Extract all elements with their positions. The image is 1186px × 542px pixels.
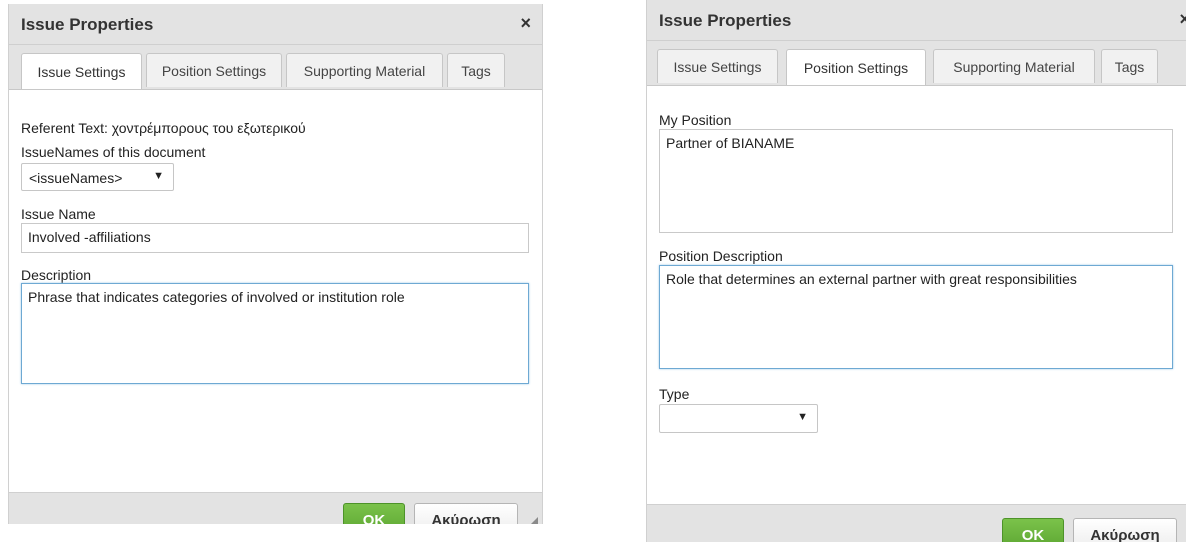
chevron-down-icon: ▼ bbox=[797, 411, 808, 423]
cancel-button[interactable]: Ακύρωση bbox=[1073, 518, 1177, 542]
dialog-footer: OK Ακύρωση bbox=[9, 492, 542, 524]
dialog-title: Issue Properties bbox=[21, 15, 154, 34]
cancel-button[interactable]: Ακύρωση bbox=[414, 503, 518, 524]
issue-properties-dialog-left: Issue Properties × Issue Settings Positi… bbox=[8, 4, 543, 524]
resize-grip-icon[interactable] bbox=[526, 517, 538, 524]
chevron-down-icon: ▼ bbox=[153, 170, 164, 182]
tab-tags[interactable]: Tags bbox=[447, 53, 505, 87]
position-description-textarea[interactable]: Role that determines an external partner… bbox=[659, 265, 1173, 369]
tab-supporting-material[interactable]: Supporting Material bbox=[933, 49, 1095, 83]
tab-tags[interactable]: Tags bbox=[1101, 49, 1158, 83]
description-textarea[interactable]: Phrase that indicates categories of invo… bbox=[21, 283, 529, 384]
tab-issue-settings[interactable]: Issue Settings bbox=[21, 53, 142, 89]
my-position-label: My Position bbox=[659, 112, 732, 128]
tab-position-settings[interactable]: Position Settings bbox=[786, 49, 926, 85]
position-description-label: Position Description bbox=[659, 248, 783, 264]
ok-button[interactable]: OK bbox=[343, 503, 405, 524]
issue-properties-dialog-right: Issue Properties × Issue Settings Positi… bbox=[646, 0, 1186, 542]
type-label: Type bbox=[659, 386, 690, 402]
description-label: Description bbox=[21, 267, 92, 283]
type-select[interactable]: ▼ bbox=[659, 404, 818, 433]
tab-position-settings[interactable]: Position Settings bbox=[146, 53, 282, 87]
tab-strip: Issue Settings Position Settings Support… bbox=[647, 41, 1186, 86]
tab-issue-settings[interactable]: Issue Settings bbox=[657, 49, 778, 83]
ok-button[interactable]: OK bbox=[1002, 518, 1064, 542]
tab-strip: Issue Settings Position Settings Support… bbox=[9, 45, 542, 90]
close-icon[interactable]: × bbox=[520, 13, 531, 34]
dialog-footer: OK Ακύρωση bbox=[647, 504, 1186, 542]
my-position-textarea[interactable]: Partner of BIANAME bbox=[659, 129, 1173, 233]
dialog-titlebar[interactable]: Issue Properties × bbox=[647, 0, 1186, 41]
issue-names-label: IssueNames of this document bbox=[21, 144, 206, 160]
dialog-titlebar[interactable]: Issue Properties × bbox=[9, 4, 542, 45]
close-icon[interactable]: × bbox=[1179, 9, 1186, 30]
issue-name-input[interactable]: Involved -affiliations bbox=[21, 223, 529, 253]
tab-supporting-material[interactable]: Supporting Material bbox=[286, 53, 443, 87]
dialog-title: Issue Properties bbox=[659, 11, 792, 30]
issue-name-label: Issue Name bbox=[21, 206, 96, 222]
issue-names-select-value: <issueNames> bbox=[29, 170, 123, 186]
issue-names-select[interactable]: <issueNames> ▼ bbox=[21, 163, 174, 191]
referent-text: Referent Text: χοντρέμπορους του εξωτερι… bbox=[21, 120, 306, 136]
